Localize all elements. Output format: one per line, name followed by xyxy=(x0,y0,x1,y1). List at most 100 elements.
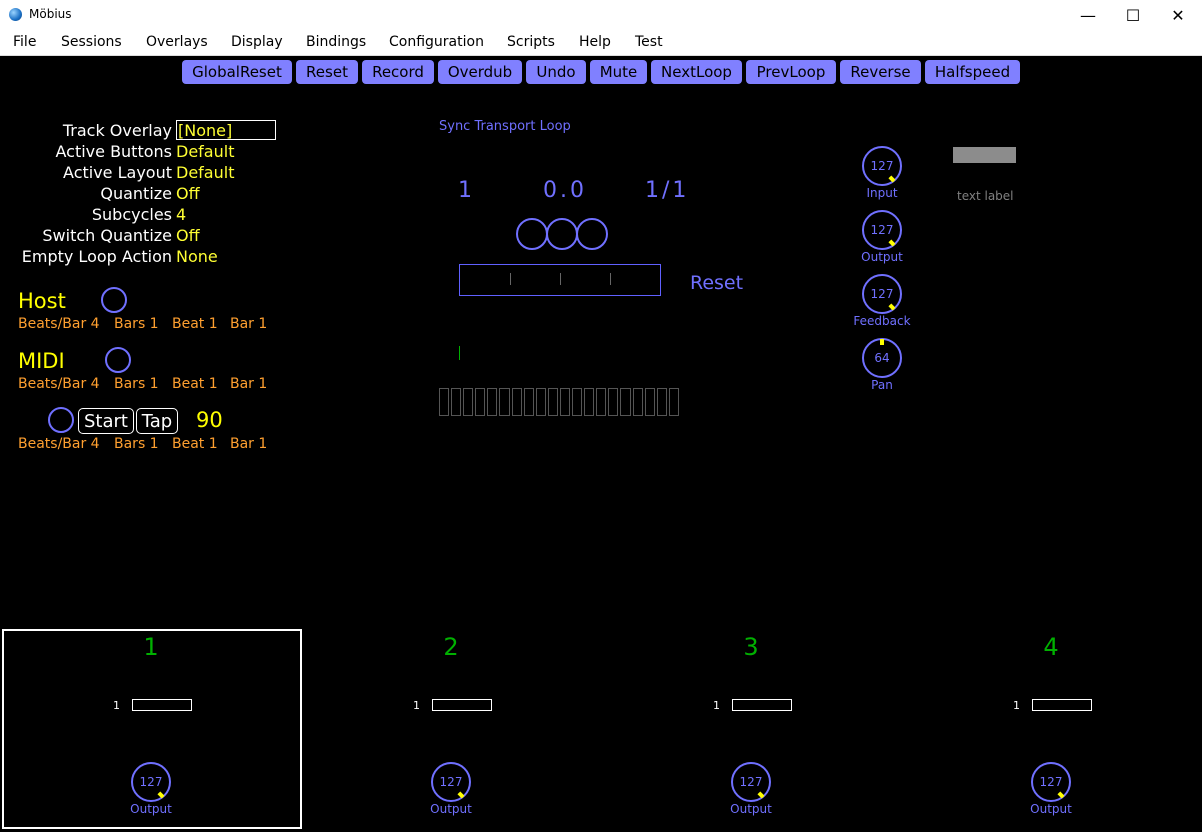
menu-help[interactable]: Help xyxy=(579,34,611,50)
loop-slot[interactable] xyxy=(620,388,631,416)
loop-slot[interactable] xyxy=(535,388,546,416)
knob-value: 127 xyxy=(870,287,894,301)
menu-scripts[interactable]: Scripts xyxy=(507,34,555,50)
menu-sessions[interactable]: Sessions xyxy=(61,34,122,50)
track-loop-bar[interactable] xyxy=(1032,699,1092,711)
param-label: Track Overlay xyxy=(62,121,172,140)
knob-label: Input xyxy=(866,186,898,200)
loop-cycle: 1/1 xyxy=(645,178,690,203)
loop-meter xyxy=(459,264,661,296)
loop-slot[interactable] xyxy=(572,388,583,416)
transport-beat: Beat 1 xyxy=(172,436,218,452)
loop-mode: Reset xyxy=(690,272,744,294)
sync-transport-loop-header: Sync Transport Loop xyxy=(439,119,571,134)
loop-slot[interactable] xyxy=(608,388,619,416)
loop-slot[interactable] xyxy=(668,388,679,416)
loop-slot[interactable] xyxy=(463,388,474,416)
track-loop-bar[interactable] xyxy=(132,699,192,711)
host-beats-bar: Beats/Bar 4 xyxy=(18,316,100,332)
undo-button[interactable]: Undo xyxy=(526,60,586,84)
track-loop-bar[interactable] xyxy=(432,699,492,711)
track-number[interactable]: 3 xyxy=(731,633,771,661)
loop-slot[interactable] xyxy=(487,388,498,416)
loop-slot[interactable] xyxy=(656,388,667,416)
output-knob[interactable]: 127 xyxy=(862,210,902,250)
track-output-knob[interactable]: 127 xyxy=(731,762,771,802)
knob-pip xyxy=(757,791,765,799)
knob-label: Feedback xyxy=(853,314,911,328)
loop-slot[interactable] xyxy=(439,388,450,416)
reverse-button[interactable]: Reverse xyxy=(840,60,921,84)
loop-number: 1 xyxy=(458,178,472,203)
menu-overlays[interactable]: Overlays xyxy=(146,34,208,50)
feedback-knob[interactable]: 127 xyxy=(862,274,902,314)
menu-file[interactable]: File xyxy=(13,34,36,50)
loop-slot[interactable] xyxy=(547,388,558,416)
loop-slot[interactable] xyxy=(523,388,534,416)
knob-pip xyxy=(457,791,465,799)
midi-bars: Bars 1 xyxy=(114,376,159,392)
param-label: Subcycles xyxy=(91,205,172,224)
pan-knob[interactable]: 64 xyxy=(862,338,902,378)
minimize-icon[interactable]: — xyxy=(1065,0,1111,30)
loop-slot[interactable] xyxy=(644,388,655,416)
menu-test[interactable]: Test xyxy=(635,34,663,50)
loop-indicator-3 xyxy=(576,218,608,250)
loop-indicator-1 xyxy=(516,218,548,250)
param-label: Switch Quantize xyxy=(42,226,172,245)
track-loop-number: 1 xyxy=(413,699,420,712)
host-sync-label: Host xyxy=(18,289,66,313)
midi-beat-indicator xyxy=(105,347,131,373)
loop-slot[interactable] xyxy=(584,388,595,416)
transport-start-button[interactable]: Start xyxy=(78,408,134,434)
param-label: Empty Loop Action xyxy=(21,247,172,266)
loop-slot[interactable] xyxy=(475,388,486,416)
track-loop-number: 1 xyxy=(113,699,120,712)
midi-bar: Bar 1 xyxy=(230,376,268,392)
track-output-knob[interactable]: 127 xyxy=(431,762,471,802)
knob-pip xyxy=(888,303,896,311)
track-loop-bar[interactable] xyxy=(732,699,792,711)
loop-slot[interactable] xyxy=(596,388,607,416)
knob-pip xyxy=(880,339,884,345)
knob-value: 127 xyxy=(1039,775,1063,789)
loop-slot[interactable] xyxy=(499,388,510,416)
host-bar: Bar 1 xyxy=(230,316,268,332)
loop-slot[interactable] xyxy=(451,388,462,416)
midi-beat: Beat 1 xyxy=(172,376,218,392)
halfspeed-button[interactable]: Halfspeed xyxy=(925,60,1020,84)
track-number[interactable]: 4 xyxy=(1031,633,1071,661)
loop-slot[interactable] xyxy=(632,388,643,416)
mute-button[interactable]: Mute xyxy=(590,60,647,84)
meter-tick xyxy=(510,273,511,285)
close-icon[interactable]: ✕ xyxy=(1155,0,1201,30)
transport-tap-button[interactable]: Tap xyxy=(136,408,178,434)
input-knob[interactable]: 127 xyxy=(862,146,902,186)
text-label: text label xyxy=(957,189,1014,203)
track-output-knob[interactable]: 127 xyxy=(1031,762,1071,802)
track-loop-number: 1 xyxy=(1013,699,1020,712)
prevloop-button[interactable]: PrevLoop xyxy=(746,60,836,84)
maximize-icon[interactable]: ☐ xyxy=(1110,0,1156,30)
transport-tempo[interactable]: 90 xyxy=(196,408,223,432)
track-output-knob[interactable]: 127 xyxy=(131,762,171,802)
title-bar xyxy=(0,0,1202,30)
record-button[interactable]: Record xyxy=(362,60,434,84)
menu-bindings[interactable]: Bindings xyxy=(306,34,366,50)
globalreset-button[interactable]: GlobalReset xyxy=(182,60,292,84)
overdub-button[interactable]: Overdub xyxy=(438,60,522,84)
nextloop-button[interactable]: NextLoop xyxy=(651,60,742,84)
host-bars: Bars 1 xyxy=(114,316,159,332)
track-number[interactable]: 1 xyxy=(131,633,171,661)
menu-configuration[interactable]: Configuration xyxy=(389,34,484,50)
transport-beat-indicator xyxy=(48,407,74,433)
loop-slot[interactable] xyxy=(511,388,522,416)
track-number[interactable]: 2 xyxy=(431,633,471,661)
menu-display[interactable]: Display xyxy=(231,34,283,50)
reset-button[interactable]: Reset xyxy=(296,60,358,84)
loop-slot[interactable] xyxy=(559,388,571,416)
param-value: Default xyxy=(176,163,235,182)
host-beat: Beat 1 xyxy=(172,316,218,332)
param-label: Quantize xyxy=(100,184,172,203)
knob-pip xyxy=(888,239,896,247)
